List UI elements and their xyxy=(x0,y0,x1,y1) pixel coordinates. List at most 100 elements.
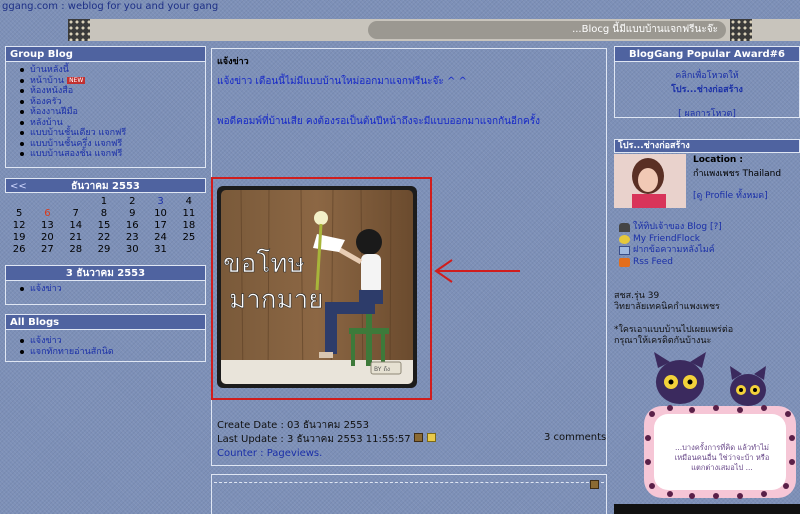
calendar-day: 10 xyxy=(154,207,167,219)
friendflock-link[interactable]: My FriendFlock xyxy=(619,234,722,246)
comments-link[interactable]: 3 comments xyxy=(544,432,606,443)
all-blogs-panel: All Blogs แจ้งข่าว แจกทักทายอ่านสักนิด xyxy=(5,314,206,362)
image-text-2: มากมาย xyxy=(229,285,323,315)
counter: Counter : Pageviews. xyxy=(217,448,323,459)
bio-line-2: วิทยาลัยเทคนิคกำแพงเพชร xyxy=(614,302,720,312)
divider xyxy=(214,482,604,483)
new-badge: NEW xyxy=(67,76,86,84)
cat-sign-line-3: แตกต่างเสมอไป ... xyxy=(691,463,753,472)
calendar-day: 24 xyxy=(154,231,167,243)
calendar-day: 19 xyxy=(12,231,26,243)
group-blog-item[interactable]: หน้าบ้าน NEW xyxy=(20,76,205,87)
calendar-day: 31 xyxy=(154,243,167,255)
group-blog-item[interactable]: แบบบ้านสองชั้น แจกฟรี xyxy=(20,149,205,160)
all-blogs-item[interactable]: แจ้งข่าว xyxy=(20,336,205,347)
message-link[interactable]: ฝากข้อความหลังไมค์ xyxy=(619,245,722,257)
cat-sign-line-2: เหมือนคนอื่น ใช่ว่าจะบ้า หรือ xyxy=(675,452,770,462)
calendar-day: 26 xyxy=(12,243,26,255)
all-blogs-item[interactable]: แจกทักทายอ่านสักนิด xyxy=(20,347,205,358)
profile-avatar[interactable] xyxy=(614,154,686,208)
edit-icon[interactable] xyxy=(414,433,423,442)
calendar-day: 15 xyxy=(97,219,111,231)
location-label: Location : xyxy=(693,155,744,165)
calendar-day xyxy=(62,195,90,207)
view-profile-link[interactable]: [ดู Profile ทั้งหมด] xyxy=(693,188,768,202)
entry-line-2: พอดีคอมพ์ที่บ้านเสีย คงต้องรอเป็นต้นปีหน… xyxy=(217,116,541,127)
profile-links: ให้ทิปเจ้าของ Blog [?] My FriendFlock ฝา… xyxy=(619,222,722,268)
group-blog-item[interactable]: ห้องหนังสือ xyxy=(20,86,205,97)
calendar-grid: 1 2 3 4 5 6 7 8 9 10 11 12 13 14 15 16 17 18 19 20 21 22 23 24 2… xyxy=(5,195,203,255)
award-owner[interactable]: โปร...ช่างก่อสร้าง xyxy=(615,82,799,96)
dot-pattern-right xyxy=(730,19,752,41)
group-blog-item[interactable]: ห้องงานฝีมือ xyxy=(20,107,205,118)
calendar-day: 21 xyxy=(69,231,83,243)
calendar-prev-link[interactable]: << xyxy=(10,179,27,194)
group-blog-item[interactable]: แบบบ้านชั้นครึ่ง แจกฟรี xyxy=(20,139,205,150)
calendar-day: 28 xyxy=(69,243,83,255)
award-title: BlogGang Popular Award#6 xyxy=(615,47,799,62)
calendar-day: 11 xyxy=(182,207,196,219)
tip-owner-link[interactable]: ให้ทิปเจ้าของ Blog [?] xyxy=(619,222,722,234)
profile-header: โปร...ช่างก่อสร้าง xyxy=(614,139,800,153)
last-update: Last Update : 3 ธันวาคม 2553 11:55:57 น. xyxy=(217,434,424,445)
group-blog-list: บ้านหลังนี้ หน้าบ้าน NEW ห้องหนังสือ ห้อง… xyxy=(6,62,205,160)
dot-pattern-left xyxy=(68,19,90,41)
group-blog-item[interactable]: ห้องครัว xyxy=(20,97,205,108)
group-blog-title: Group Blog xyxy=(6,47,205,62)
calendar-day: 23 xyxy=(125,231,139,243)
calendar-day: 30 xyxy=(125,243,139,255)
group-blog-panel: Group Blog บ้านหลังนี้ หน้าบ้าน NEW ห้องห… xyxy=(5,46,206,168)
calendar-day: 9 xyxy=(129,207,136,219)
rss-link[interactable]: Rss Feed xyxy=(619,257,722,269)
calendar-month: ธันวาคม 2553 xyxy=(71,181,140,192)
vote-link[interactable]: คลิกเพื่อโหวตให้ xyxy=(615,68,799,82)
calendar-day: 25 xyxy=(182,231,196,243)
calendar-day: 2 xyxy=(129,195,136,207)
day-entries-panel: 3 ธันวาคม 2553 แจ้งข่าว xyxy=(5,265,206,305)
entry-title: แจ้งข่าว xyxy=(217,57,249,67)
create-date: Create Date : 03 ธันวาคม 2553 xyxy=(217,420,370,431)
calendar-day: 29 xyxy=(97,243,111,255)
money-hat-icon xyxy=(619,223,630,232)
vote-results-link[interactable]: [ ผลการโหวต] xyxy=(615,106,799,120)
image-tag: BY ถ้ง xyxy=(374,366,390,373)
cat-sign-line-1: ...บางครั้งการที่คิด แล้วทำไม่ xyxy=(675,442,769,452)
cup-icon xyxy=(590,480,599,489)
calendar-day: 27 xyxy=(41,243,54,255)
group-blog-item[interactable]: บ้านหลังนี้ xyxy=(20,65,205,76)
image-text-1: ขอโทษ xyxy=(223,248,305,279)
calendar-day: 14 xyxy=(69,219,83,231)
cat-sign-graphic: ...บางครั้งการที่คิด แล้วทำไม่ เหมือนคนอ… xyxy=(640,352,800,502)
location-value: กำแพงเพชร Thailand xyxy=(693,169,782,179)
calendar-day: 5 xyxy=(15,207,23,219)
entry-photo: BY ถ้ง ขอโทษ มากมาย xyxy=(221,190,413,384)
calendar-day: 17 xyxy=(154,219,167,231)
calendar-day[interactable]: 3 xyxy=(146,195,174,207)
note-line-2: กรุณาให้เครดิตกันบ้างนะ xyxy=(614,336,712,346)
rss-icon xyxy=(619,257,630,267)
bottom-black-strip xyxy=(614,504,800,514)
calendar-day xyxy=(5,195,33,207)
group-blog-item[interactable]: แบบบ้านชั้นเดียว แจกฟรี xyxy=(20,128,205,139)
calendar-day xyxy=(175,243,203,255)
entry-line-1: แจ้งข่าว เดือนนี้ไม่มีแบบบ้านใหม่ออกมาแจ… xyxy=(217,76,467,87)
calendar-day: 4 xyxy=(185,195,193,207)
calendar: << ธันวาคม 2553 1 2 3 4 5 6 7 8 9 10 11 12 13 14 15 16 1… xyxy=(5,178,206,255)
calendar-header: << ธันวาคม 2553 xyxy=(5,178,206,193)
calendar-day: 7 xyxy=(72,207,79,219)
site-title[interactable]: ggang.com : weblog for you and your gang xyxy=(0,0,800,16)
next-entry-box xyxy=(211,474,607,514)
day-entry-item[interactable]: แจ้งข่าว xyxy=(20,284,205,295)
calendar-day: 18 xyxy=(182,219,196,231)
marquee-text: ...Blocg นี้มีแบบบ้านแจกฟรีนะจ๊ะ xyxy=(368,21,726,39)
calendar-day: 22 xyxy=(97,231,111,243)
calendar-day: 16 xyxy=(125,219,139,231)
note-icon[interactable] xyxy=(427,433,436,442)
calendar-day: 13 xyxy=(41,219,54,231)
calendar-day: 8 xyxy=(100,207,108,219)
calendar-day: 1 xyxy=(100,195,108,207)
message-icon xyxy=(619,246,630,255)
group-blog-item[interactable]: หลังบ้าน xyxy=(20,118,205,129)
award-panel: BlogGang Popular Award#6 คลิกเพื่อโหวตให… xyxy=(614,46,800,120)
calendar-day xyxy=(33,195,61,207)
